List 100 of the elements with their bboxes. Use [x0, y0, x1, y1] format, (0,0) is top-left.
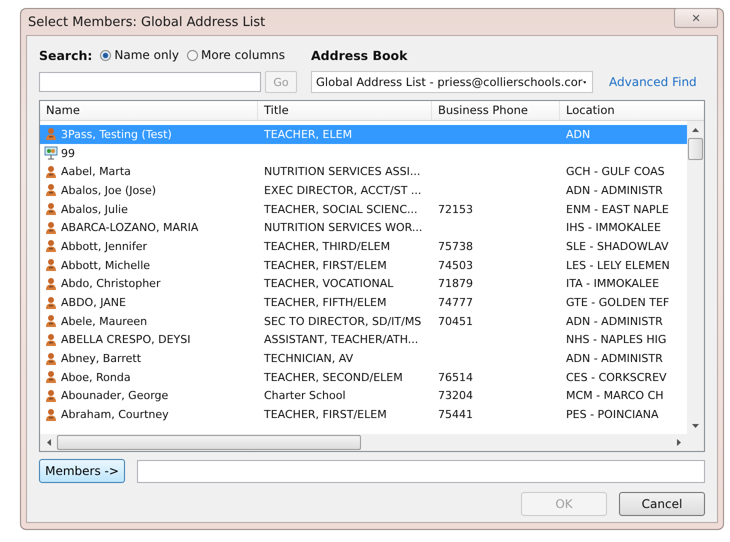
person-icon — [44, 220, 58, 235]
scroll-down-icon[interactable] — [692, 424, 699, 428]
table-row[interactable]: Aabel, Marta NUTRITION SERVICES ASSI... GCH - GULF COAS — [40, 162, 687, 182]
address-book-label: Address Book — [311, 48, 408, 62]
phone-cell: 73204 — [438, 389, 473, 402]
title-cell: NUTRITION SERVICES ASSI... — [264, 165, 420, 178]
person-icon — [44, 164, 58, 179]
person-icon — [44, 127, 58, 142]
table-row[interactable]: Abele, Maureen SEC TO DIRECTOR, SD/IT/MS 70451 ADN - ADMINISTR — [40, 312, 687, 331]
table-row[interactable]: Abounader, George Charter School 73204 MCM - MARCO CH — [40, 386, 687, 406]
name-cell: 3Pass, Testing (Test) — [61, 128, 172, 141]
vertical-scrollbar[interactable] — [687, 121, 704, 434]
location-cell: NHS - NAPLES HIG — [566, 333, 666, 346]
caret-icon — [582, 80, 586, 84]
address-book-dropdown[interactable]: Global Address List - priess@collierschools.cor — [311, 71, 593, 93]
person-icon — [44, 202, 58, 216]
distribution-list-icon — [44, 146, 58, 160]
column-header[interactable]: Location — [560, 101, 704, 120]
name-cell: 99 — [61, 146, 75, 160]
person-icon — [44, 352, 58, 366]
name-cell: Abele, Maureen — [61, 314, 148, 328]
table-row[interactable]: Abraham, Courtney TEACHER, FIRST/ELEM 75441 PES - POINCIANA — [40, 405, 687, 424]
title-cell: TEACHER, SECOND/ELEM — [264, 370, 403, 384]
name-cell: Aboe, Ronda — [61, 370, 131, 384]
title-cell: TEACHER, FIFTH/ELEM — [264, 296, 386, 310]
name-cell: Abraham, Courtney — [61, 408, 169, 422]
location-cell: ADN - ADMINISTR — [566, 352, 663, 366]
radio-button[interactable] — [187, 50, 198, 60]
window-title: Select Members: Global Address List — [27, 14, 266, 30]
location-cell: MCM - MARCO CH — [566, 389, 664, 402]
table-row[interactable]: Abalos, Joe (Jose) EXEC DIRECTOR, ACCT/ST ... ADN - ADMINISTR — [40, 181, 687, 200]
person-icon — [44, 239, 58, 254]
scroll-right-icon[interactable] — [676, 439, 680, 446]
title-cell: TEACHER, ELEM — [264, 128, 352, 141]
table-row[interactable]: Abalos, Julie TEACHER, SOCIAL SCIENC... 72153 ENM - EAST NAPLE — [40, 200, 687, 218]
table-row[interactable]: Abbott, Michelle TEACHER, FIRST/ELEM 74503 LES - LELY ELEMEN — [40, 256, 687, 274]
title-cell: TEACHER, FIRST/ELEM — [264, 408, 387, 422]
search-label: Search: — [39, 48, 92, 62]
column-header[interactable]: Title — [258, 101, 432, 120]
members-button[interactable]: Members -> — [39, 459, 125, 483]
horizontal-scrollbar[interactable] — [40, 434, 704, 451]
location-cell: PES - POINCIANA — [566, 408, 658, 422]
scroll-up-icon[interactable] — [692, 128, 699, 132]
phone-cell: 72153 — [438, 202, 473, 216]
table-row[interactable]: Aboe, Ronda TEACHER, SECOND/ELEM 76514 CES - CORKSCREV — [40, 368, 687, 387]
person-icon — [44, 314, 58, 328]
radio-option[interactable]: More columns — [187, 48, 285, 62]
location-cell: ENM - EAST NAPLE — [566, 202, 669, 216]
table-row[interactable]: ABELLA CRESPO, DEYSI ASSISTANT, TEACHER/ATH... NHS - NAPLES HIG — [40, 330, 687, 350]
table-row[interactable]: Abney, Barrett TECHNICIAN, AV ADN - ADMINISTR — [40, 349, 687, 368]
phone-cell: 71879 — [438, 277, 473, 290]
radio-button[interactable] — [100, 50, 112, 60]
location-cell: ADN — [566, 128, 590, 141]
name-cell: Abounader, George — [61, 389, 168, 402]
scroll-thumb[interactable] — [688, 138, 703, 160]
name-cell: ABELLA CRESPO, DEYSI — [61, 333, 190, 346]
table-row[interactable]: ABDO, JANE TEACHER, FIFTH/ELEM 74777 GTE - GOLDEN TEF — [40, 293, 687, 312]
table-row[interactable]: ABARCA-LOZANO, MARIA NUTRITION SERVICES WOR... IHS - IMMOKALEE — [40, 218, 687, 238]
scroll-left-icon[interactable] — [46, 439, 50, 446]
title-cell: ASSISTANT, TEACHER/ATH... — [264, 333, 418, 346]
cancel-button[interactable]: Cancel — [619, 492, 705, 516]
title-cell: NUTRITION SERVICES WOR... — [264, 221, 422, 234]
person-icon — [44, 276, 58, 291]
table-row[interactable]: Abbott, Jennifer TEACHER, THIRD/ELEM 75738 SLE - SHADOWLAV — [40, 237, 687, 256]
location-cell: ADN - ADMINISTR — [566, 314, 663, 328]
name-cell: Abdo, Christopher — [61, 277, 160, 290]
name-cell: Abalos, Joe (Jose) — [61, 184, 156, 197]
column-header[interactable]: Business Phone — [432, 101, 560, 120]
location-cell: LES - LELY ELEMEN — [566, 258, 670, 272]
person-icon — [44, 408, 58, 422]
name-cell: Abbott, Jennifer — [61, 240, 148, 253]
location-cell: CES - CORKSCREV — [566, 370, 667, 384]
name-cell: ABDO, JANE — [61, 296, 126, 310]
name-cell: Abbott, Michelle — [61, 258, 150, 272]
name-cell: Abalos, Julie — [61, 202, 128, 216]
phone-cell: 75738 — [438, 240, 473, 253]
name-cell: Abney, Barrett — [61, 352, 142, 366]
name-cell: ABARCA-LOZANO, MARIA — [61, 221, 198, 234]
column-header[interactable]: Name — [40, 101, 258, 120]
title-cell: TEACHER, THIRD/ELEM — [264, 240, 390, 253]
scroll-thumb[interactable] — [57, 435, 361, 450]
person-icon — [44, 183, 58, 198]
person-icon — [44, 370, 58, 384]
title-cell: TEACHER, FIRST/ELEM — [264, 258, 387, 272]
title-cell: TEACHER, SOCIAL SCIENC... — [264, 202, 418, 216]
table-row[interactable]: 99 — [40, 144, 687, 162]
close-button[interactable]: ✕ — [674, 8, 718, 28]
title-cell: EXEC DIRECTOR, ACCT/ST ... — [264, 184, 422, 197]
table-row[interactable]: Abdo, Christopher TEACHER, VOCATIONAL 71879 ITA - IMMOKALEE — [40, 274, 687, 294]
advanced-find-link[interactable]: Advanced Find — [609, 75, 697, 89]
location-cell: GTE - GOLDEN TEF — [566, 296, 670, 310]
title-cell: SEC TO DIRECTOR, SD/IT/MS — [264, 314, 422, 328]
search-field[interactable] — [39, 72, 261, 92]
radio-option[interactable]: Name only — [100, 48, 179, 62]
phone-cell: 74777 — [438, 296, 473, 310]
members-field[interactable] — [137, 460, 705, 482]
title-cell: TECHNICIAN, AV — [264, 352, 354, 366]
location-cell: GCH - GULF COAS — [566, 165, 665, 178]
title-cell: TEACHER, VOCATIONAL — [264, 277, 394, 290]
person-icon — [44, 388, 58, 403]
